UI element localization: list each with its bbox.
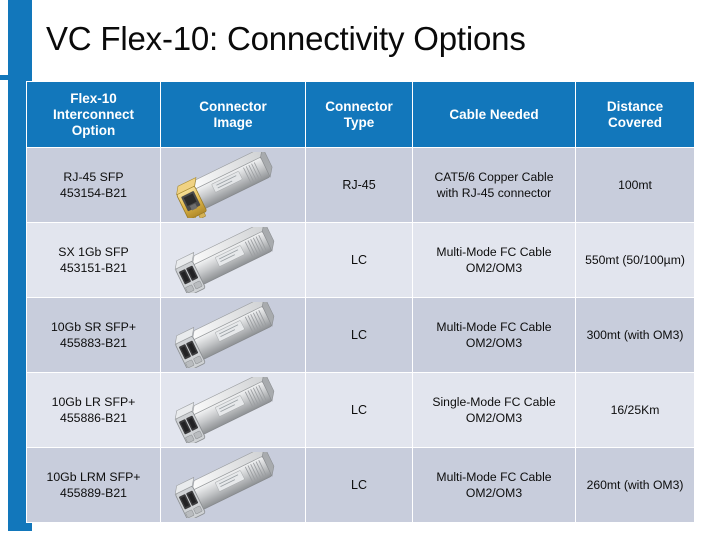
option-name: 10Gb LRM SFP+ — [46, 470, 141, 484]
connectivity-options-table: Flex-10 Interconnect Option Connector Im… — [26, 81, 695, 523]
cell-connector-image — [160, 447, 306, 523]
option-part-number: 453154-B21 — [59, 186, 127, 200]
cell-distance-covered: 100mt — [575, 147, 695, 223]
table-row: SX 1Gb SFP 453151-B21 LC Multi-Mode FC C… — [26, 222, 695, 298]
option-part-number: 455886-B21 — [59, 411, 127, 425]
lc-sfp-module-icon — [161, 449, 305, 521]
cell-connector-type: RJ-45 — [305, 147, 413, 223]
cell-distance-covered: 300mt (with OM3) — [575, 297, 695, 373]
option-part-number: 453151-B21 — [59, 261, 127, 275]
cell-interconnect-option: RJ-45 SFP 453154-B21 — [26, 147, 161, 223]
cable-line: Multi-Mode FC Cable — [436, 320, 552, 334]
cell-connector-image — [160, 147, 306, 223]
header-line: Distance — [606, 98, 664, 114]
lc-sfp-module-icon — [161, 299, 305, 371]
option-name: RJ-45 SFP — [63, 170, 124, 184]
header-line: Type — [343, 114, 375, 130]
header-line: Cable Needed — [449, 106, 539, 122]
cell-connector-type: LC — [305, 297, 413, 373]
option-part-number: 455883-B21 — [59, 336, 127, 350]
lc-sfp-module-icon — [161, 224, 305, 296]
column-header-distance-covered: Distance Covered — [575, 81, 695, 148]
header-line: Flex-10 — [70, 90, 117, 106]
column-header-connector-type: Connector Type — [305, 81, 413, 148]
cell-cable-needed: Multi-Mode FC Cable OM2/OM3 — [412, 297, 576, 373]
cell-cable-needed: CAT5/6 Copper Cable with RJ-45 connector — [412, 147, 576, 223]
table-header: Flex-10 Interconnect Option Connector Im… — [26, 81, 695, 148]
cable-line: Multi-Mode FC Cable — [436, 470, 552, 484]
cell-distance-covered: 550mt (50/100µm) — [575, 222, 695, 298]
table-header-row: Flex-10 Interconnect Option Connector Im… — [26, 81, 695, 148]
column-header-connector-image: Connector Image — [160, 81, 306, 148]
cell-distance-covered: 260mt (with OM3) — [575, 447, 695, 523]
cell-distance-covered: 16/25Km — [575, 372, 695, 448]
table-row: 10Gb LR SFP+ 455886-B21 LC Single-Mode F… — [26, 372, 695, 448]
lc-sfp-module-icon — [161, 374, 305, 446]
cable-line: Single-Mode FC Cable — [432, 395, 556, 409]
left-accent-tick — [0, 75, 30, 80]
cell-connector-image — [160, 297, 306, 373]
header-line: Option — [71, 122, 116, 138]
cell-connector-image — [160, 222, 306, 298]
rj45-sfp-module-icon — [161, 149, 305, 221]
header-line: Covered — [607, 114, 663, 130]
table-row: 10Gb SR SFP+ 455883-B21 LC Multi-Mode FC… — [26, 297, 695, 373]
cell-connector-type: LC — [305, 372, 413, 448]
cell-connector-type: LC — [305, 222, 413, 298]
option-name: SX 1Gb SFP — [58, 245, 129, 259]
table-body: RJ-45 SFP 453154-B21 RJ-45 CAT5/6 Copper… — [26, 147, 695, 523]
cell-cable-needed: Multi-Mode FC Cable OM2/OM3 — [412, 447, 576, 523]
header-line: Connector — [199, 98, 267, 114]
page-title: VC Flex-10: Connectivity Options — [46, 20, 526, 57]
column-header-cable-needed: Cable Needed — [412, 81, 576, 148]
cable-line: OM2/OM3 — [465, 486, 523, 500]
column-header-flex10-interconnect-option: Flex-10 Interconnect Option — [26, 81, 161, 148]
cell-connector-image — [160, 372, 306, 448]
option-part-number: 455889-B21 — [59, 486, 127, 500]
cable-line: OM2/OM3 — [465, 261, 523, 275]
cable-line: OM2/OM3 — [465, 411, 523, 425]
cable-line: CAT5/6 Copper Cable — [434, 170, 554, 184]
table-row: 10Gb LRM SFP+ 455889-B21 LC Multi-Mode F… — [26, 447, 695, 523]
cell-interconnect-option: SX 1Gb SFP 453151-B21 — [26, 222, 161, 298]
cable-line: Multi-Mode FC Cable — [436, 245, 552, 259]
cell-cable-needed: Single-Mode FC Cable OM2/OM3 — [412, 372, 576, 448]
cell-cable-needed: Multi-Mode FC Cable OM2/OM3 — [412, 222, 576, 298]
cell-interconnect-option: 10Gb SR SFP+ 455883-B21 — [26, 297, 161, 373]
header-line: Image — [213, 114, 253, 130]
cell-connector-type: LC — [305, 447, 413, 523]
option-name: 10Gb SR SFP+ — [50, 320, 137, 334]
table-row: RJ-45 SFP 453154-B21 RJ-45 CAT5/6 Copper… — [26, 147, 695, 223]
cell-interconnect-option: 10Gb LRM SFP+ 455889-B21 — [26, 447, 161, 523]
cell-interconnect-option: 10Gb LR SFP+ 455886-B21 — [26, 372, 161, 448]
header-line: Interconnect — [52, 106, 134, 122]
option-name: 10Gb LR SFP+ — [51, 395, 136, 409]
header-line: Connector — [325, 98, 393, 114]
cable-line: with RJ-45 connector — [436, 186, 552, 200]
cable-line: OM2/OM3 — [465, 336, 523, 350]
